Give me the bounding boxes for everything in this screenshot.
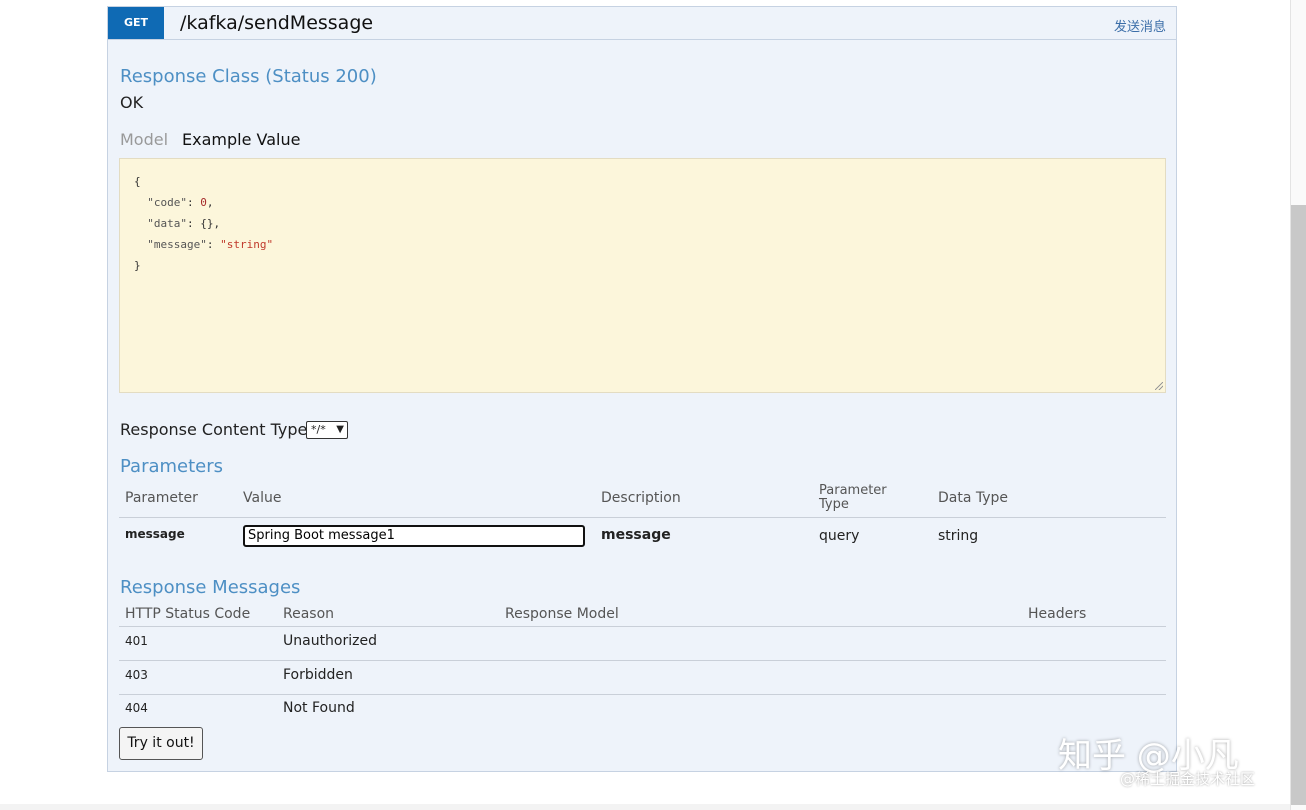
row-divider bbox=[119, 660, 1166, 661]
content-type-label: Response Content Type bbox=[120, 420, 308, 439]
param-col-header: Data Type bbox=[938, 490, 1009, 506]
status-reason: Forbidden bbox=[283, 667, 353, 683]
row-divider bbox=[119, 694, 1166, 695]
resize-grip-icon[interactable] bbox=[1155, 382, 1163, 390]
resp-header-divider bbox=[119, 626, 1166, 627]
param-data-type: string bbox=[938, 528, 979, 544]
param-name: message bbox=[125, 527, 185, 541]
param-col-header: Parameter bbox=[125, 490, 198, 506]
status-code: 404 bbox=[125, 701, 148, 715]
http-method-badge[interactable]: GET bbox=[108, 7, 164, 39]
resp-col-header: Reason bbox=[283, 606, 335, 622]
param-col-header: Description bbox=[601, 490, 681, 506]
try-it-out-button[interactable]: Try it out! bbox=[119, 727, 203, 760]
content-type-select[interactable]: */* ▼ bbox=[306, 421, 348, 439]
json-line: "message": "string" bbox=[134, 238, 274, 251]
json-line: { bbox=[134, 175, 141, 188]
chevron-down-icon: ▼ bbox=[336, 424, 344, 435]
resp-col-header: Headers bbox=[1028, 606, 1087, 622]
parameters-title: Parameters bbox=[120, 456, 224, 477]
example-value-tab[interactable]: Example Value bbox=[182, 130, 300, 149]
model-tab[interactable]: Model bbox=[120, 130, 168, 149]
response-class-value: OK bbox=[120, 93, 144, 112]
param-col-header: Parameter Type bbox=[819, 483, 887, 512]
status-code: 403 bbox=[125, 668, 148, 682]
status-reason: Not Found bbox=[283, 700, 355, 716]
response-messages-title: Response Messages bbox=[120, 577, 301, 598]
resp-col-header: Response Model bbox=[505, 606, 619, 622]
response-class-title: Response Class (Status 200) bbox=[120, 66, 377, 87]
operation-summary-link[interactable]: 发送消息 bbox=[1114, 16, 1166, 35]
operation-panel: GET /kafka/sendMessage 发送消息 Response Cla… bbox=[107, 6, 1177, 772]
vertical-scrollbar[interactable] bbox=[1291, 205, 1306, 805]
message-value-input[interactable]: Spring Boot message1 bbox=[243, 525, 585, 547]
json-line: } bbox=[134, 259, 141, 272]
example-value-box[interactable]: { "code": 0, "data": {}, "message": "str… bbox=[119, 158, 1166, 393]
json-line: "data": {}, bbox=[134, 217, 221, 230]
status-reason: Unauthorized bbox=[283, 633, 377, 649]
resp-col-header: HTTP Status Code bbox=[125, 606, 251, 622]
content-type-selected: */* bbox=[311, 423, 326, 436]
watermark-subtext: @稀土掘金技术社区 bbox=[1120, 770, 1256, 788]
param-type: query bbox=[819, 528, 860, 544]
param-header-divider bbox=[119, 517, 1166, 518]
operation-header[interactable]: GET /kafka/sendMessage 发送消息 bbox=[108, 7, 1176, 40]
status-code: 401 bbox=[125, 634, 148, 648]
param-col-header: Value bbox=[243, 490, 282, 506]
json-line: "code": 0, bbox=[134, 196, 214, 209]
operation-path[interactable]: /kafka/sendMessage bbox=[180, 12, 373, 34]
param-description: message bbox=[601, 527, 671, 543]
window-bottom-edge bbox=[0, 804, 1290, 810]
